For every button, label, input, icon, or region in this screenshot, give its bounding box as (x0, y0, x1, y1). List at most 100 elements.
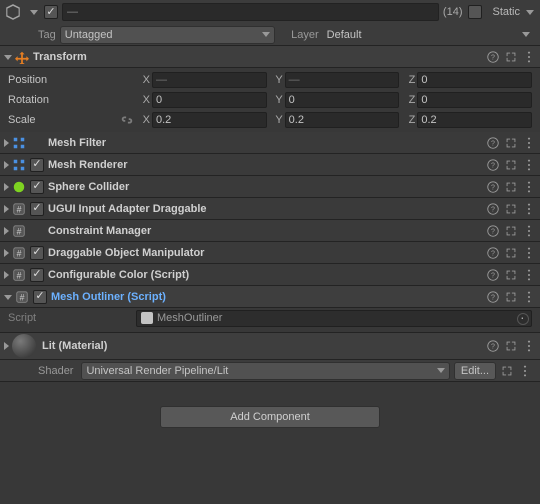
reset-icon[interactable] (504, 290, 518, 304)
gameobject-name-input[interactable]: — (62, 3, 439, 21)
menu-icon[interactable] (522, 202, 536, 216)
help-icon[interactable]: ? (486, 246, 500, 260)
menu-icon[interactable] (522, 246, 536, 260)
prefab-dropdown-icon[interactable] (30, 10, 38, 15)
help-icon[interactable]: ? (486, 268, 500, 282)
material-title: Lit (Material) (42, 340, 107, 352)
position-label: Position (8, 74, 47, 86)
menu-icon[interactable] (522, 158, 536, 172)
svg-text:#: # (17, 248, 22, 258)
help-icon[interactable]: ? (486, 180, 500, 194)
foldout-icon (4, 295, 12, 300)
menu-icon[interactable] (522, 290, 536, 304)
svg-text:?: ? (491, 206, 495, 213)
reset-icon[interactable] (504, 339, 518, 353)
csharp-script-icon (141, 312, 153, 324)
script-icon: # (12, 246, 26, 260)
help-icon[interactable]: ? (486, 202, 500, 216)
component-header[interactable]: # UGUI Input Adapter Draggable? (0, 198, 540, 220)
menu-icon[interactable] (522, 50, 536, 64)
help-icon[interactable]: ? (486, 158, 500, 172)
scale-z-input[interactable]: 0.2 (417, 112, 532, 128)
shader-dropdown[interactable]: Universal Render Pipeline/Lit (81, 362, 449, 380)
axis-x-label: X (138, 74, 150, 86)
foldout-icon (4, 161, 9, 169)
layer-value: Default (327, 29, 362, 41)
scale-label: Scale (8, 114, 36, 126)
enable-checkbox[interactable] (30, 180, 44, 194)
reset-icon[interactable] (504, 268, 518, 282)
layer-dropdown[interactable]: Default (323, 26, 536, 44)
shader-row: Shader Universal Render Pipeline/Lit Edi… (0, 360, 540, 382)
position-y-input[interactable]: — (285, 72, 400, 88)
help-icon[interactable]: ? (486, 339, 500, 353)
reset-icon[interactable] (504, 180, 518, 194)
reset-icon[interactable] (504, 246, 518, 260)
reset-icon[interactable] (504, 158, 518, 172)
position-x-input[interactable]: — (152, 72, 267, 88)
enable-checkbox[interactable] (30, 268, 44, 282)
enable-checkbox[interactable] (30, 246, 44, 260)
menu-icon[interactable] (522, 180, 536, 194)
transform-header[interactable]: Transform ? (0, 46, 540, 68)
svg-text:#: # (17, 204, 22, 214)
component-header[interactable]: Mesh Filter? (0, 132, 540, 154)
component-header[interactable]: # Draggable Object Manipulator? (0, 242, 540, 264)
reset-icon[interactable] (504, 202, 518, 216)
svg-text:?: ? (491, 140, 495, 147)
svg-text:?: ? (491, 344, 495, 351)
tag-dropdown[interactable]: Untagged (60, 26, 275, 44)
svg-text:?: ? (491, 250, 495, 257)
component-title: Mesh Filter (48, 137, 106, 149)
enable-checkbox[interactable] (33, 290, 47, 304)
svg-text:#: # (17, 270, 22, 280)
component-header[interactable]: #Configurable Color (Script)? (0, 264, 540, 286)
static-dropdown-icon[interactable] (526, 10, 534, 15)
menu-icon[interactable] (522, 136, 536, 150)
enable-checkbox[interactable] (30, 158, 44, 172)
help-icon[interactable]: ? (486, 224, 500, 238)
menu-icon[interactable] (522, 224, 536, 238)
component-title: Draggable Object Manipulator (48, 247, 204, 259)
reset-icon[interactable] (504, 224, 518, 238)
axis-z-label: Z (403, 74, 415, 86)
menu-icon[interactable] (518, 364, 532, 378)
rotation-x-input[interactable]: 0 (152, 92, 267, 108)
object-picker-icon[interactable] (517, 313, 529, 325)
tag-value: Untagged (65, 29, 113, 41)
component-title: Mesh Renderer (48, 159, 127, 171)
static-checkbox[interactable] (468, 5, 482, 19)
component-title: UGUI Input Adapter Draggable (48, 203, 207, 215)
active-checkbox[interactable] (44, 5, 58, 19)
reset-icon[interactable] (504, 50, 518, 64)
constrain-proportions-icon[interactable] (120, 113, 134, 127)
script-icon: # (12, 224, 26, 238)
menu-icon[interactable] (522, 268, 536, 282)
script-object-field[interactable]: MeshOutliner (136, 310, 532, 327)
script-icon: # (12, 202, 26, 216)
component-header[interactable]: Sphere Collider? (0, 176, 540, 198)
scale-y-input[interactable]: 0.2 (285, 112, 400, 128)
enable-checkbox[interactable] (30, 202, 44, 216)
reset-icon[interactable] (500, 364, 514, 378)
position-z-input[interactable]: 0 (417, 72, 532, 88)
add-component-button[interactable]: Add Component (160, 406, 380, 428)
rotation-z-input[interactable]: 0 (417, 92, 532, 108)
component-header[interactable]: Mesh Renderer? (0, 154, 540, 176)
rotation-y-input[interactable]: 0 (285, 92, 400, 108)
component-header[interactable]: #Mesh Outliner (Script)? (0, 286, 540, 308)
menu-icon[interactable] (522, 339, 536, 353)
mesh-outliner-script-row: Script MeshOutliner (0, 308, 540, 328)
edit-shader-button[interactable]: Edit... (454, 362, 496, 380)
help-icon[interactable]: ? (486, 290, 500, 304)
layer-label: Layer (291, 29, 319, 41)
component-title: Constraint Manager (48, 225, 151, 237)
material-header[interactable]: Lit (Material) ? (0, 332, 540, 360)
mesh-filter-icon (12, 136, 26, 150)
reset-icon[interactable] (504, 136, 518, 150)
component-header[interactable]: # Constraint Manager? (0, 220, 540, 242)
scale-x-input[interactable]: 0.2 (152, 112, 267, 128)
help-icon[interactable]: ? (486, 50, 500, 64)
svg-text:?: ? (491, 228, 495, 235)
help-icon[interactable]: ? (486, 136, 500, 150)
